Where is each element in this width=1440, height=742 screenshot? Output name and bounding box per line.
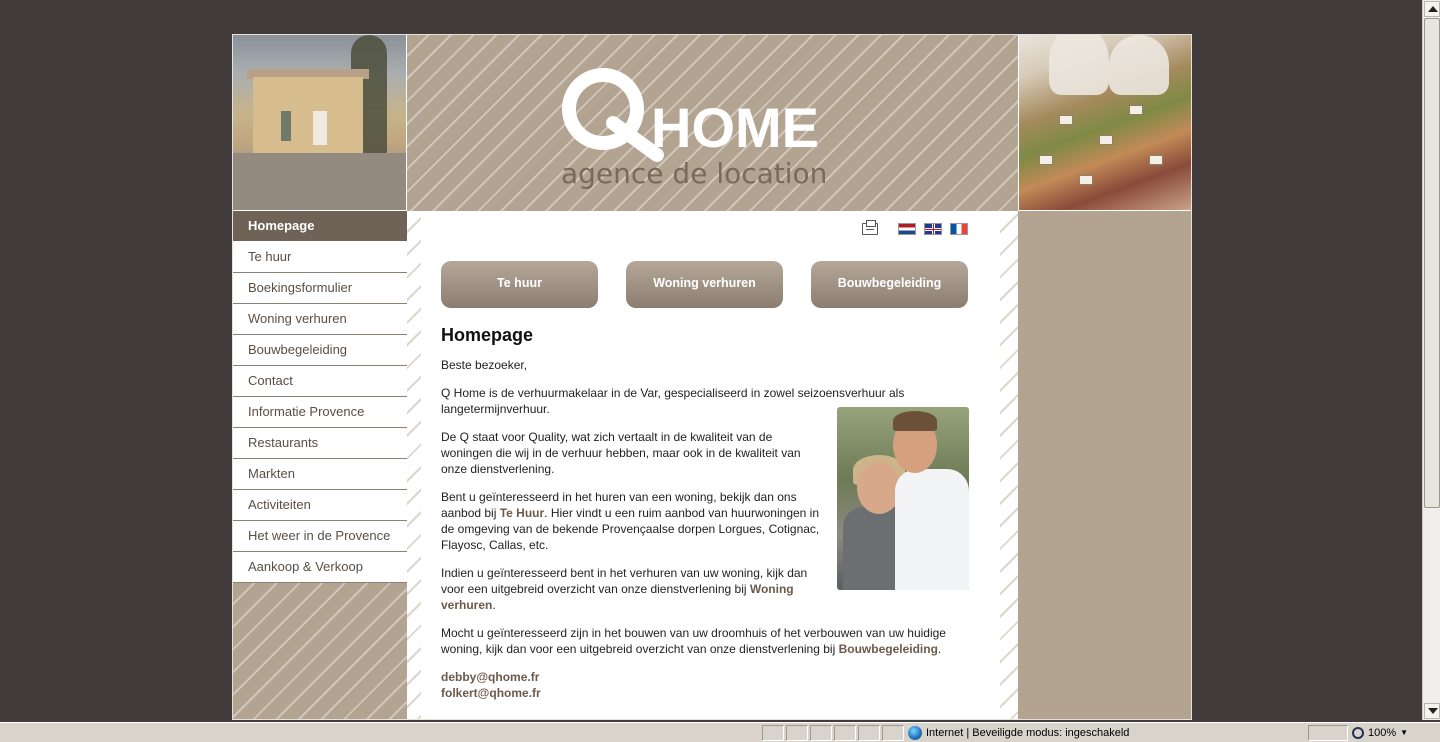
email-debby-link[interactable]: debby@qhome.fr [441,669,971,685]
sidebar-decoration [233,583,407,719]
zoom-control[interactable]: 100% ▼ [1352,724,1408,742]
logo-tagline: agence de location [561,157,827,190]
nav-te-huur[interactable]: Te huur [233,242,407,273]
scroll-down-button[interactable] [1424,703,1440,719]
protected-mode-icon[interactable] [1308,725,1348,741]
qhome-logo[interactable]: HOME agence de location [561,67,861,192]
header-banner: HOME agence de location [407,35,1018,211]
nav-aankoop-verkoop[interactable]: Aankoop & Verkoop [233,552,407,583]
te-huur-button[interactable]: Te huur [441,261,598,308]
zoom-icon [1352,727,1364,739]
scroll-thumb[interactable] [1424,18,1440,508]
flag-nl-icon[interactable] [898,223,916,235]
quality-paragraph: De Q staat voor Quality, wat zich vertaa… [441,430,801,476]
nav-boekingsformulier[interactable]: Boekingsformulier [233,273,407,304]
header-photo-market [1018,35,1191,211]
flag-en-icon[interactable] [924,223,942,235]
header-photo-house [233,35,407,211]
nav-woning-verhuren[interactable]: Woning verhuren [233,304,407,335]
intro-text: Beste bezoeker, Q Home is de verhuurmake… [441,357,971,701]
site-frame: HOME agence de location Homepage Te huur… [232,34,1192,720]
intro-paragraph: Q Home is de verhuurmakelaar in de Var, … [441,386,905,416]
woning-verhuren-button[interactable]: Woning verhuren [626,261,783,308]
flag-fr-icon[interactable] [950,223,968,235]
te-huur-link[interactable]: Te Huur [500,506,544,520]
bouwbegeleiding-button[interactable]: Bouwbegeleiding [811,261,968,308]
nav-informatie-provence[interactable]: Informatie Provence [233,397,407,428]
vertical-scrollbar[interactable] [1422,0,1440,720]
nav-markten[interactable]: Markten [233,459,407,490]
sidebar-nav: Homepage Te huur Boekingsformulier Wonin… [233,211,407,583]
nav-activiteiten[interactable]: Activiteiten [233,490,407,521]
bouwen-paragraph: Mocht u geïnteresseerd zijn in het bouwe… [441,626,946,656]
nav-weer-provence[interactable]: Het weer in de Provence [233,521,407,552]
zone-text: Internet | Beveiligde modus: ingeschakel… [926,727,1130,739]
printer-icon[interactable] [862,220,878,235]
nav-contact[interactable]: Contact [233,366,407,397]
language-bar [862,220,968,235]
globe-icon [908,726,922,740]
chevron-down-icon[interactable]: ▼ [1400,724,1408,742]
logo-brand: HOME [651,96,819,159]
nav-bouwbegeleiding[interactable]: Bouwbegeleiding [233,335,407,366]
browser-statusbar: Internet | Beveiligde modus: ingeschakel… [0,722,1440,742]
zoom-level: 100% [1368,727,1397,739]
nav-restaurants[interactable]: Restaurants [233,428,407,459]
security-zone[interactable]: Internet | Beveiligde modus: ingeschakel… [908,724,1129,742]
email-folkert-link[interactable]: folkert@qhome.fr [441,685,971,701]
page-title: Homepage [441,325,534,345]
main-content: Te huur Woning verhuren Bouwbegeleiding … [407,211,1018,719]
verhuren-paragraph: Indien u geïnteresseerd bent in het verh… [441,566,808,612]
greeting: Beste bezoeker, [441,358,528,372]
nav-homepage[interactable]: Homepage [233,211,407,242]
scroll-up-button[interactable] [1424,1,1440,17]
bouwbegeleiding-link[interactable]: Bouwbegeleiding [839,642,938,656]
te-huur-paragraph: Bent u geïnteresseerd in het huren van e… [441,490,820,552]
